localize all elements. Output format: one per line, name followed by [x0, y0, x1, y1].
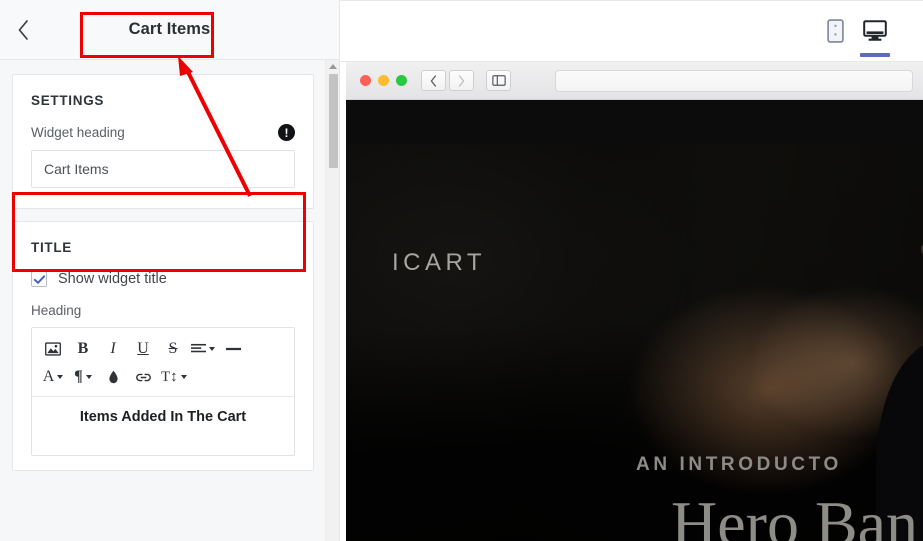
italic-icon[interactable]: I	[98, 336, 128, 362]
close-window-light[interactable]	[360, 75, 371, 86]
show-widget-title-label: Show widget title	[58, 271, 167, 287]
desktop-view-button[interactable]	[855, 6, 895, 57]
caret-down-icon	[180, 375, 187, 379]
heading-editor-content[interactable]: Items Added In The Cart	[32, 397, 294, 455]
hero-title: Hero Ban	[671, 488, 919, 541]
title-section-label: TITLE	[31, 240, 72, 255]
widget-heading-field-row: Widget heading !	[31, 124, 295, 141]
chevron-left-icon	[18, 19, 28, 40]
scrollbar-thumb[interactable]	[329, 74, 338, 168]
heading-rich-text-editor: B I U S A ¶ T↕ Items Added In The Cart	[31, 327, 295, 456]
align-dropdown-icon[interactable]	[188, 336, 218, 362]
preview-pane: Announce something h	[340, 0, 923, 541]
editor-toolbar-row-2: A ¶ T↕	[38, 363, 288, 391]
page-title: Cart Items	[128, 20, 211, 38]
browser-forward-button[interactable]	[449, 70, 474, 91]
announcement-text: Announce something h	[346, 114, 923, 131]
back-button[interactable]	[0, 0, 46, 60]
caret-down-icon	[57, 375, 64, 379]
font-family-dropdown-icon[interactable]: A	[38, 364, 68, 390]
mobile-view-button[interactable]	[815, 6, 855, 56]
insert-link-icon[interactable]	[128, 364, 158, 390]
strikethrough-icon[interactable]: S	[158, 336, 188, 362]
paragraph-glyph: ¶	[74, 368, 83, 385]
browser-url-input[interactable]	[555, 69, 913, 92]
hero-content: ICART AN INTRODUCTO Hero Ban	[346, 144, 923, 541]
widget-heading-input[interactable]	[31, 150, 295, 188]
site-preview: Announce something h	[346, 100, 923, 541]
editor-toolbar-row-1: B I U S	[38, 335, 288, 363]
show-widget-title-row[interactable]: Show widget title	[31, 271, 295, 287]
sidebar-scroll-body: SETTINGS Widget heading ! TITLE	[0, 60, 326, 541]
hero-banner-section: ICART AN INTRODUCTO Hero Ban	[346, 144, 923, 541]
active-view-indicator	[860, 53, 890, 57]
title-card: TITLE Show widget title Heading B I U S …	[12, 221, 314, 471]
app-root: Cart Items Widget settings SETTINGS	[0, 0, 923, 541]
browser-sidebar-toggle-button[interactable]	[486, 70, 511, 91]
mobile-icon	[826, 19, 844, 43]
window-controls	[360, 75, 407, 86]
caret-down-icon	[209, 347, 215, 351]
minimize-window-light[interactable]	[378, 75, 389, 86]
sidebar-toggle-group	[486, 70, 511, 91]
underline-icon[interactable]: U	[128, 336, 158, 362]
announcement-bar: Announce something h	[346, 100, 923, 144]
desktop-icon	[863, 20, 887, 41]
horizontal-rule-icon[interactable]	[218, 336, 248, 362]
settings-card: SETTINGS Widget heading !	[12, 74, 314, 209]
bold-icon[interactable]: B	[68, 336, 98, 362]
text-color-icon[interactable]	[98, 364, 128, 390]
show-widget-title-checkbox[interactable]	[31, 271, 47, 287]
site-logo: ICART	[392, 249, 487, 276]
widget-settings-sidebar: Cart Items Widget settings SETTINGS	[0, 0, 340, 541]
info-icon[interactable]: !	[278, 124, 295, 141]
scroll-up-button[interactable]	[326, 60, 339, 73]
triangle-up-icon	[328, 64, 337, 69]
browser-nav-buttons	[421, 70, 474, 91]
browser-back-button[interactable]	[421, 70, 446, 91]
settings-section-label: SETTINGS	[31, 93, 105, 108]
chevron-right-icon	[458, 74, 465, 87]
chevron-left-icon	[430, 74, 437, 87]
browser-chrome-bar	[346, 62, 923, 100]
editor-toolbar: B I U S A ¶ T↕	[32, 328, 294, 397]
maximize-window-light[interactable]	[396, 75, 407, 86]
sidebar-scrollbar[interactable]	[325, 60, 339, 541]
widget-heading-label: Widget heading	[31, 125, 125, 140]
heading-label: Heading	[31, 303, 82, 318]
insert-image-icon[interactable]	[38, 336, 68, 362]
check-icon	[33, 274, 45, 284]
sidebar-header: Cart Items	[0, 0, 339, 60]
sidebar-panel-icon	[491, 75, 506, 86]
preview-toolbar	[340, 0, 923, 62]
font-family-glyph: A	[42, 368, 55, 385]
caret-down-icon	[85, 375, 92, 379]
font-size-glyph: T↕	[161, 368, 178, 385]
browser-preview-frame: Announce something h	[346, 62, 923, 541]
font-size-dropdown-icon[interactable]: T↕	[158, 364, 190, 390]
hero-kicker: AN INTRODUCTO	[636, 454, 842, 475]
paragraph-format-dropdown-icon[interactable]: ¶	[68, 364, 98, 390]
